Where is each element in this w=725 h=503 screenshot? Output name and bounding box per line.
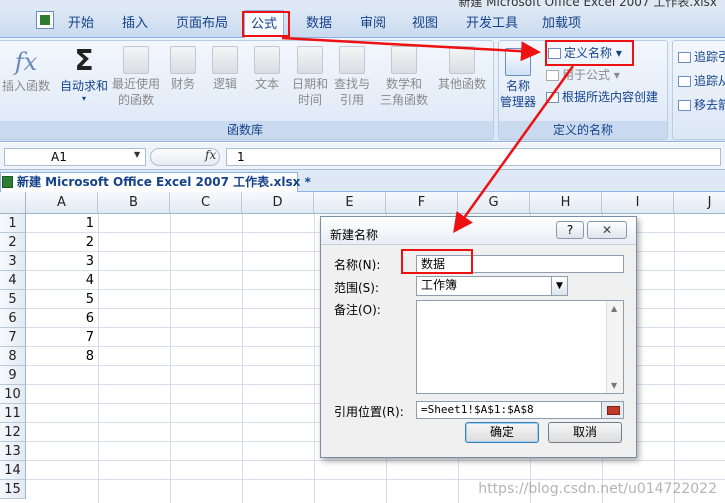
arrow-to-define-name <box>281 36 541 62</box>
annotation-arrows <box>281 36 575 234</box>
arrow-to-dialog <box>453 65 575 234</box>
watermark: https://blog.csdn.net/u014722022 <box>478 481 717 497</box>
